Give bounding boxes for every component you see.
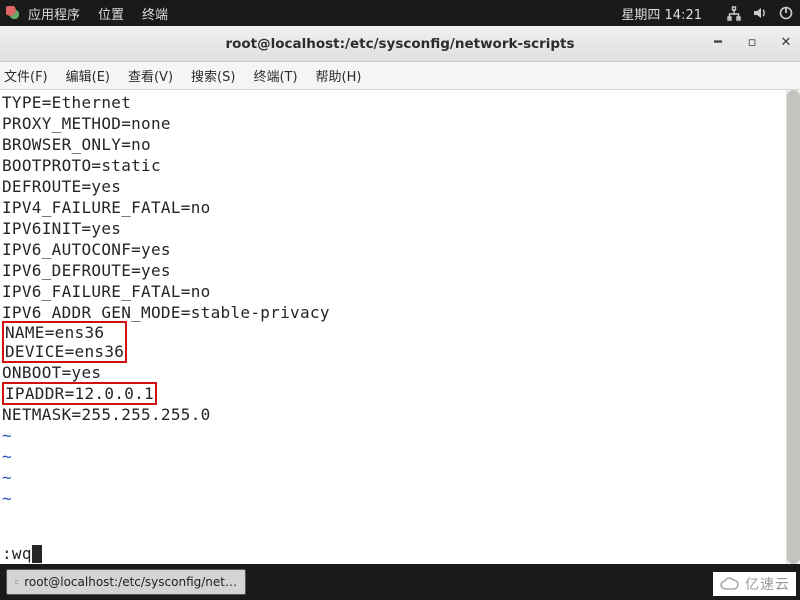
config-line: IPV4_FAILURE_FATAL=no xyxy=(2,197,798,218)
config-line: ONBOOT=yes xyxy=(2,362,798,383)
config-line: IPV6INIT=yes xyxy=(2,218,798,239)
maximize-button[interactable]: ▫ xyxy=(746,38,758,50)
menu-view[interactable]: 查看(V) xyxy=(128,66,173,85)
panel-clock[interactable]: 星期四 14:21 xyxy=(621,4,702,23)
config-line: TYPE=Ethernet xyxy=(2,92,798,113)
menu-terminal[interactable]: 终端(T) xyxy=(253,66,297,85)
config-line: PROXY_METHOD=none xyxy=(2,113,798,134)
power-icon[interactable] xyxy=(778,5,794,21)
config-line: DEFROUTE=yes xyxy=(2,176,798,197)
desktop-top-panel: 应用程序 位置 终端 星期四 14:21 xyxy=(0,0,800,26)
config-line-highlighted: NAME=ens36DEVICE=ens36 xyxy=(2,323,798,362)
terminal-icon: >_ xyxy=(15,575,18,589)
vim-empty-line: ~ xyxy=(2,446,798,467)
vim-empty-line: ~ xyxy=(2,467,798,488)
cloud-icon xyxy=(719,576,743,592)
watermark: 亿速云 xyxy=(713,572,796,596)
menu-file[interactable]: 文件(F) xyxy=(4,66,48,85)
config-line: NETMASK=255.255.255.0 xyxy=(2,404,798,425)
menu-edit[interactable]: 编辑(E) xyxy=(66,66,110,85)
panel-menu-places[interactable]: 位置 xyxy=(98,4,124,23)
cursor-icon xyxy=(32,545,42,563)
window-controls: ━ ▫ ✕ xyxy=(712,38,792,50)
app-menubar: 文件(F) 编辑(E) 查看(V) 搜索(S) 终端(T) 帮助(H) xyxy=(0,62,800,90)
window-titlebar[interactable]: root@localhost:/etc/sysconfig/network-sc… xyxy=(0,26,800,62)
config-line: BROWSER_ONLY=no xyxy=(2,134,798,155)
config-line: IPV6_FAILURE_FATAL=no xyxy=(2,281,798,302)
config-line: IPV6_DEFROUTE=yes xyxy=(2,260,798,281)
scrollbar[interactable] xyxy=(786,90,800,564)
panel-menu-terminal[interactable]: 终端 xyxy=(142,4,168,23)
taskbar-entry-label: root@localhost:/etc/sysconfig/net… xyxy=(24,575,237,589)
panel-menu-applications[interactable]: 应用程序 xyxy=(28,4,80,23)
volume-icon[interactable] xyxy=(752,5,768,21)
menu-help[interactable]: 帮助(H) xyxy=(316,66,362,85)
config-line: IPV6_ADDR_GEN_MODE=stable-privacy xyxy=(2,302,798,323)
config-line-highlighted: IPADDR=12.0.0.1 xyxy=(2,383,798,404)
config-line: BOOTPROTO=static xyxy=(2,155,798,176)
desktop-taskbar: >_ root@localhost:/etc/sysconfig/net… xyxy=(0,564,800,600)
config-line: IPV6_AUTOCONF=yes xyxy=(2,239,798,260)
distro-logo-icon xyxy=(6,6,20,20)
scrollbar-thumb[interactable] xyxy=(787,90,800,564)
vim-command-line[interactable]: :wq xyxy=(2,543,800,564)
network-icon[interactable] xyxy=(726,5,742,21)
taskbar-entry-terminal[interactable]: >_ root@localhost:/etc/sysconfig/net… xyxy=(6,569,246,595)
vim-empty-line: ~ xyxy=(2,488,798,509)
close-button[interactable]: ✕ xyxy=(780,38,792,50)
minimize-button[interactable]: ━ xyxy=(712,38,724,50)
terminal-viewport[interactable]: TYPE=EthernetPROXY_METHOD=noneBROWSER_ON… xyxy=(0,90,800,564)
menu-search[interactable]: 搜索(S) xyxy=(191,66,235,85)
vim-empty-line: ~ xyxy=(2,425,798,446)
window-title: root@localhost:/etc/sysconfig/network-sc… xyxy=(0,36,800,52)
